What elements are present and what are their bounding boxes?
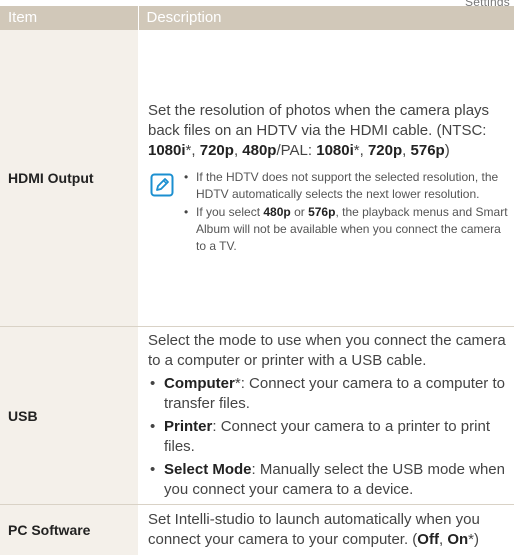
header-description: Description [138,6,514,30]
settings-table: Item Description HDMI Output Set the res… [0,6,514,555]
header-item: Item [0,6,138,30]
table-row-usb: USB Select the mode to use when you conn… [0,327,514,505]
table-row-pc-software: PC Software Set Intelli-studio to launch… [0,505,514,555]
usb-mode-list: Computer*: Connect your camera to a comp… [148,374,510,500]
table-header-row: Item Description [0,6,514,30]
item-usb: USB [0,327,138,505]
desc-usb: Select the mode to use when you connect … [138,327,514,505]
desc-hdmi-output: Set the resolution of photos when the ca… [138,30,514,327]
note-item: If you select 480p or 576p, the playback… [184,204,510,255]
note-box: If the HDTV does not support the selecte… [148,169,510,256]
table-row-hdmi-output: HDMI Output Set the resolution of photos… [0,30,514,327]
item-pc-software: PC Software [0,505,138,555]
note-list: If the HDTV does not support the selecte… [184,169,510,256]
list-item: Select Mode: Manually select the USB mod… [148,460,510,500]
hdmi-description-text: Set the resolution of photos when the ca… [148,101,510,161]
list-item: Computer*: Connect your camera to a comp… [148,374,510,414]
desc-pc-software: Set Intelli-studio to launch automatical… [138,505,514,555]
note-pencil-icon [150,173,174,197]
list-item: Printer: Connect your camera to a printe… [148,417,510,457]
usb-intro-text: Select the mode to use when you connect … [148,331,510,371]
item-hdmi-output: HDMI Output [0,30,138,327]
note-item: If the HDTV does not support the selecte… [184,169,510,203]
